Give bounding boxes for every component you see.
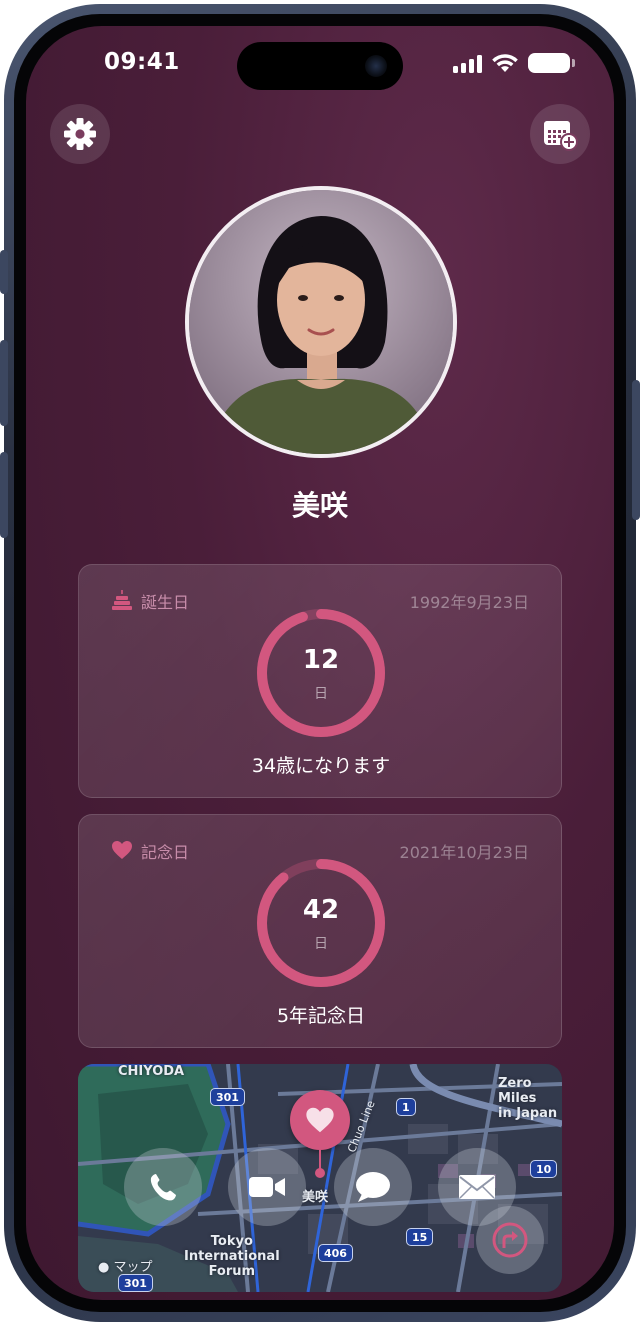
dynamic-island <box>237 42 403 90</box>
avatar[interactable] <box>185 186 457 458</box>
phone-icon <box>150 1174 176 1201</box>
card-caption: 5年記念日 <box>276 1005 366 1027</box>
map-label-tokyo-forum: Tokyo International Forum <box>184 1234 280 1279</box>
anniversary-card[interactable]: 記念日 2021年10月23日 42 日 5年記念日 <box>78 814 562 1048</box>
cellular-signal-icon <box>453 55 482 73</box>
card-label: 誕生日 <box>141 593 190 612</box>
video-camera-icon <box>249 1177 285 1197</box>
power-button <box>632 380 640 520</box>
route-shield: 15 <box>406 1228 434 1246</box>
route-shield: 1 <box>396 1098 416 1116</box>
gear-icon <box>64 118 96 150</box>
message-bubble-icon <box>356 1172 390 1202</box>
video-call-button[interactable] <box>228 1148 306 1226</box>
front-camera <box>365 55 387 77</box>
volume-up-button <box>0 340 8 426</box>
message-button[interactable] <box>334 1148 412 1226</box>
map-label-line: Forum <box>208 1264 256 1279</box>
battery-icon <box>528 53 575 73</box>
map-label-line: in Japan <box>498 1106 558 1121</box>
attribution-text: マップ <box>113 1260 153 1275</box>
days-remaining: 42 <box>302 895 340 925</box>
route-shield: 301 <box>118 1274 153 1292</box>
screen: 09:41 美咲 誕生日 1992年9月23日 12 日 34歳になります 記念… <box>26 26 614 1300</box>
volume-down-button <box>0 452 8 538</box>
map-pin-bubble <box>290 1090 350 1150</box>
map-label-zero-miles: Zero Miles in Japan <box>498 1076 562 1121</box>
call-button[interactable] <box>124 1148 202 1226</box>
wifi-icon <box>492 54 518 72</box>
map-attribution: ● マップ <box>98 1256 153 1275</box>
route-shield: 301 <box>210 1088 245 1106</box>
card-date: 1992年9月23日 <box>409 593 529 612</box>
settings-button[interactable] <box>50 104 110 164</box>
card-label: 記念日 <box>141 843 190 862</box>
portrait-photo <box>189 190 453 454</box>
map-pin-stem <box>319 1150 321 1170</box>
card-date: 2021年10月23日 <box>399 843 529 862</box>
location-map[interactable]: CHIYODA Zero Miles in Japan Chuo Line To… <box>78 1064 562 1292</box>
map-label-line: International <box>184 1249 280 1264</box>
directions-button[interactable] <box>476 1206 544 1274</box>
action-button <box>0 250 8 294</box>
route-shield: 10 <box>530 1160 558 1178</box>
days-unit: 日 <box>314 936 328 952</box>
calendar-add-button[interactable] <box>530 104 590 164</box>
card-caption: 34歳になります <box>251 755 391 777</box>
birthday-card[interactable]: 誕生日 1992年9月23日 12 日 34歳になります <box>78 564 562 798</box>
calendar-add-icon <box>544 121 578 151</box>
heart-icon <box>306 1107 334 1133</box>
map-label-line: Tokyo <box>210 1234 253 1249</box>
map-label-chiyoda: CHIYODA <box>118 1064 185 1079</box>
birthday-cake-icon <box>112 590 132 610</box>
heart-icon <box>112 841 132 859</box>
days-remaining: 12 <box>302 645 340 675</box>
apple-logo-icon: ● <box>98 1260 110 1275</box>
map-pin-dot <box>315 1168 325 1178</box>
status-time: 09:41 <box>104 49 180 75</box>
directions-icon <box>492 1222 528 1258</box>
route-shield: 406 <box>318 1244 353 1262</box>
contact-name: 美咲 <box>291 489 348 522</box>
envelope-icon <box>459 1175 495 1199</box>
days-unit: 日 <box>314 686 328 702</box>
status-icons <box>453 53 575 73</box>
map-label-line: Zero Miles <box>498 1076 537 1106</box>
